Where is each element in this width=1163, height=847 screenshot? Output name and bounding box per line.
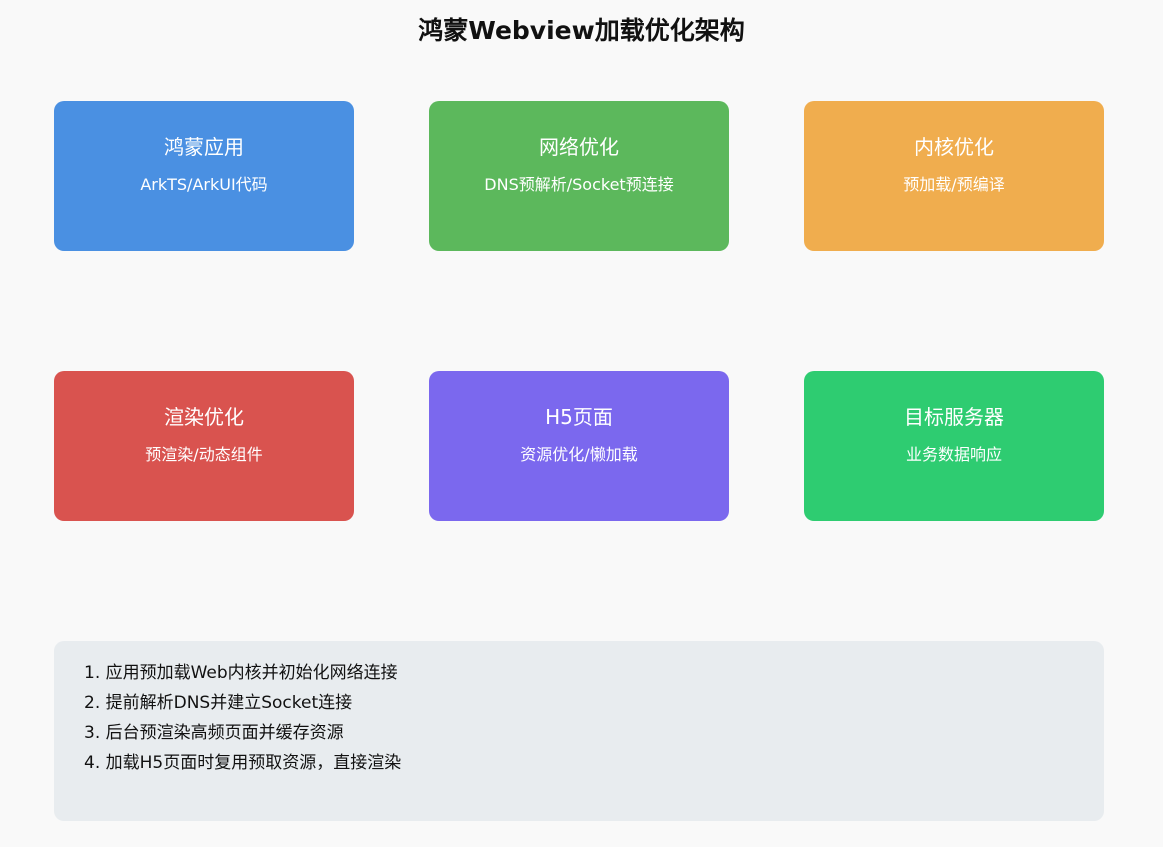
node-subtitle: 业务数据响应	[905, 445, 1002, 464]
diagram-canvas: 鸿蒙Webview加载优化架构 鸿蒙应用 ArkTS/ArkUI代码 网络优化 …	[0, 0, 1163, 847]
node-title: 目标服务器	[904, 405, 1004, 429]
node-subtitle: DNS预解析/Socket预连接	[484, 175, 674, 194]
node-title: H5页面	[545, 405, 613, 429]
node-title: 网络优化	[539, 135, 619, 159]
node-kernel-optimization: 内核优化 预加载/预编译	[804, 101, 1104, 251]
step-item: 3. 后台预渲染高频页面并缓存资源	[84, 723, 344, 743]
node-subtitle: 预加载/预编译	[903, 175, 1005, 194]
node-h5-page: H5页面 资源优化/懒加载	[429, 371, 729, 521]
node-subtitle: 资源优化/懒加载	[520, 445, 638, 464]
node-harmony-app: 鸿蒙应用 ArkTS/ArkUI代码	[54, 101, 354, 251]
node-network-optimization: 网络优化 DNS预解析/Socket预连接	[429, 101, 729, 251]
steps-panel: 1. 应用预加载Web内核并初始化网络连接 2. 提前解析DNS并建立Socke…	[54, 641, 1104, 821]
node-title: 内核优化	[914, 135, 994, 159]
node-target-server: 目标服务器 业务数据响应	[804, 371, 1104, 521]
node-subtitle: ArkTS/ArkUI代码	[140, 175, 268, 194]
node-title: 渲染优化	[164, 405, 244, 429]
step-item: 4. 加载H5页面时复用预取资源，直接渲染	[84, 753, 402, 773]
node-subtitle: 预渲染/动态组件	[145, 445, 263, 464]
step-item: 2. 提前解析DNS并建立Socket连接	[84, 693, 353, 713]
node-title: 鸿蒙应用	[164, 135, 244, 159]
diagram-title: 鸿蒙Webview加载优化架构	[418, 16, 745, 45]
node-render-optimization: 渲染优化 预渲染/动态组件	[54, 371, 354, 521]
step-item: 1. 应用预加载Web内核并初始化网络连接	[84, 663, 398, 683]
